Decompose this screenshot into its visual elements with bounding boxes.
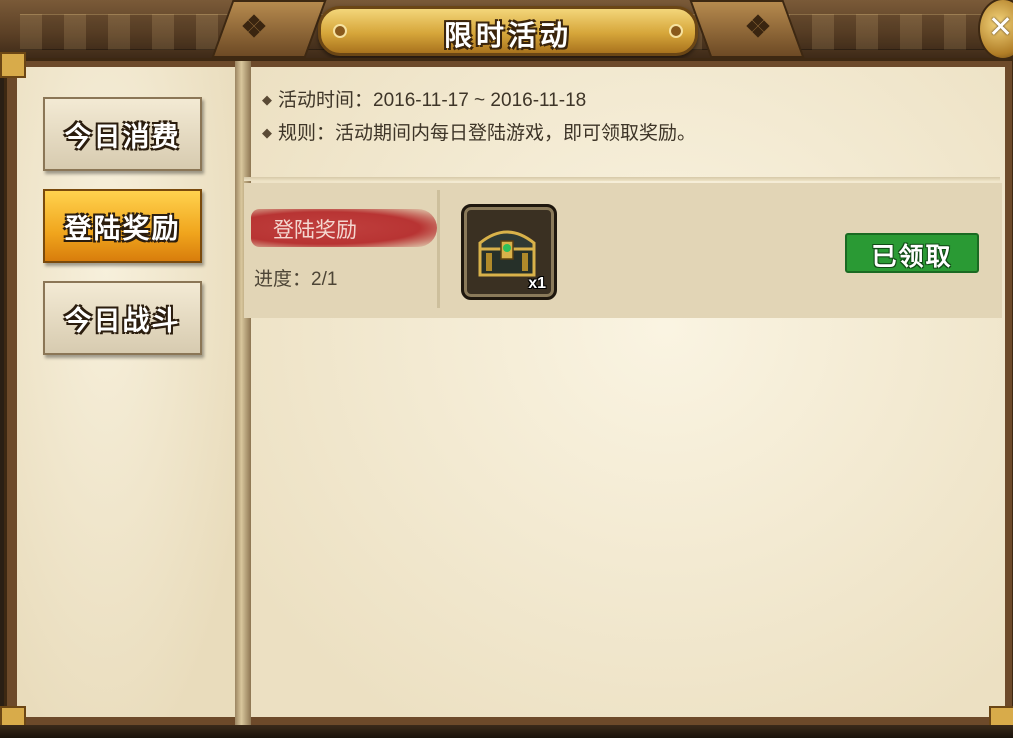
diamond-ornament-right-icon <box>746 14 770 38</box>
reward-name: 登陆奖励 <box>273 219 357 242</box>
right-page <box>251 67 1005 717</box>
tab-label: 登陆奖励 <box>64 214 181 245</box>
claimed-status-button[interactable]: 已领取 <box>845 233 979 273</box>
treasure-chest-icon <box>478 230 536 277</box>
item-quantity: x1 <box>528 275 546 292</box>
reward-progress: 进度：2/1 <box>254 269 338 290</box>
bottom-strip <box>0 725 1013 738</box>
claimed-status-label: 已领取 <box>871 242 953 271</box>
diamond-ornament-left-icon <box>242 14 266 38</box>
book-spine <box>235 61 251 725</box>
activity-time-line: ◆ 活动时间：2016-11-17 ~ 2016-11-18 <box>262 85 586 112</box>
activity-time-text: 活动时间：2016-11-17 ~ 2016-11-18 <box>278 90 587 111</box>
tab-daily-battle[interactable]: 今日战斗 <box>43 281 202 355</box>
title-plate: 限时活动 <box>318 6 698 56</box>
tab-daily-spending[interactable]: 今日消费 <box>43 97 202 171</box>
tab-label: 今日消费 <box>64 122 181 153</box>
activity-rule-text: 规则：活动期间内每日登陆游戏，即可领取奖励。 <box>278 123 697 144</box>
tab-label: 今日战斗 <box>64 306 181 337</box>
tab-login-reward[interactable]: 登陆奖励 <box>43 189 202 263</box>
activity-rule-line: ◆ 规则：活动期间内每日登陆游戏，即可领取奖励。 <box>262 118 696 145</box>
reward-item-slot[interactable]: x1 <box>461 204 557 300</box>
diamond-bullet-icon: ◆ <box>262 125 272 140</box>
window-title: 限时活动 <box>443 19 572 52</box>
close-icon[interactable]: ✕ <box>988 10 1013 45</box>
diamond-bullet-icon: ◆ <box>262 92 272 107</box>
separator <box>244 177 1000 181</box>
reward-row-divider <box>437 190 440 308</box>
corner-ornament-top-left <box>0 52 26 78</box>
